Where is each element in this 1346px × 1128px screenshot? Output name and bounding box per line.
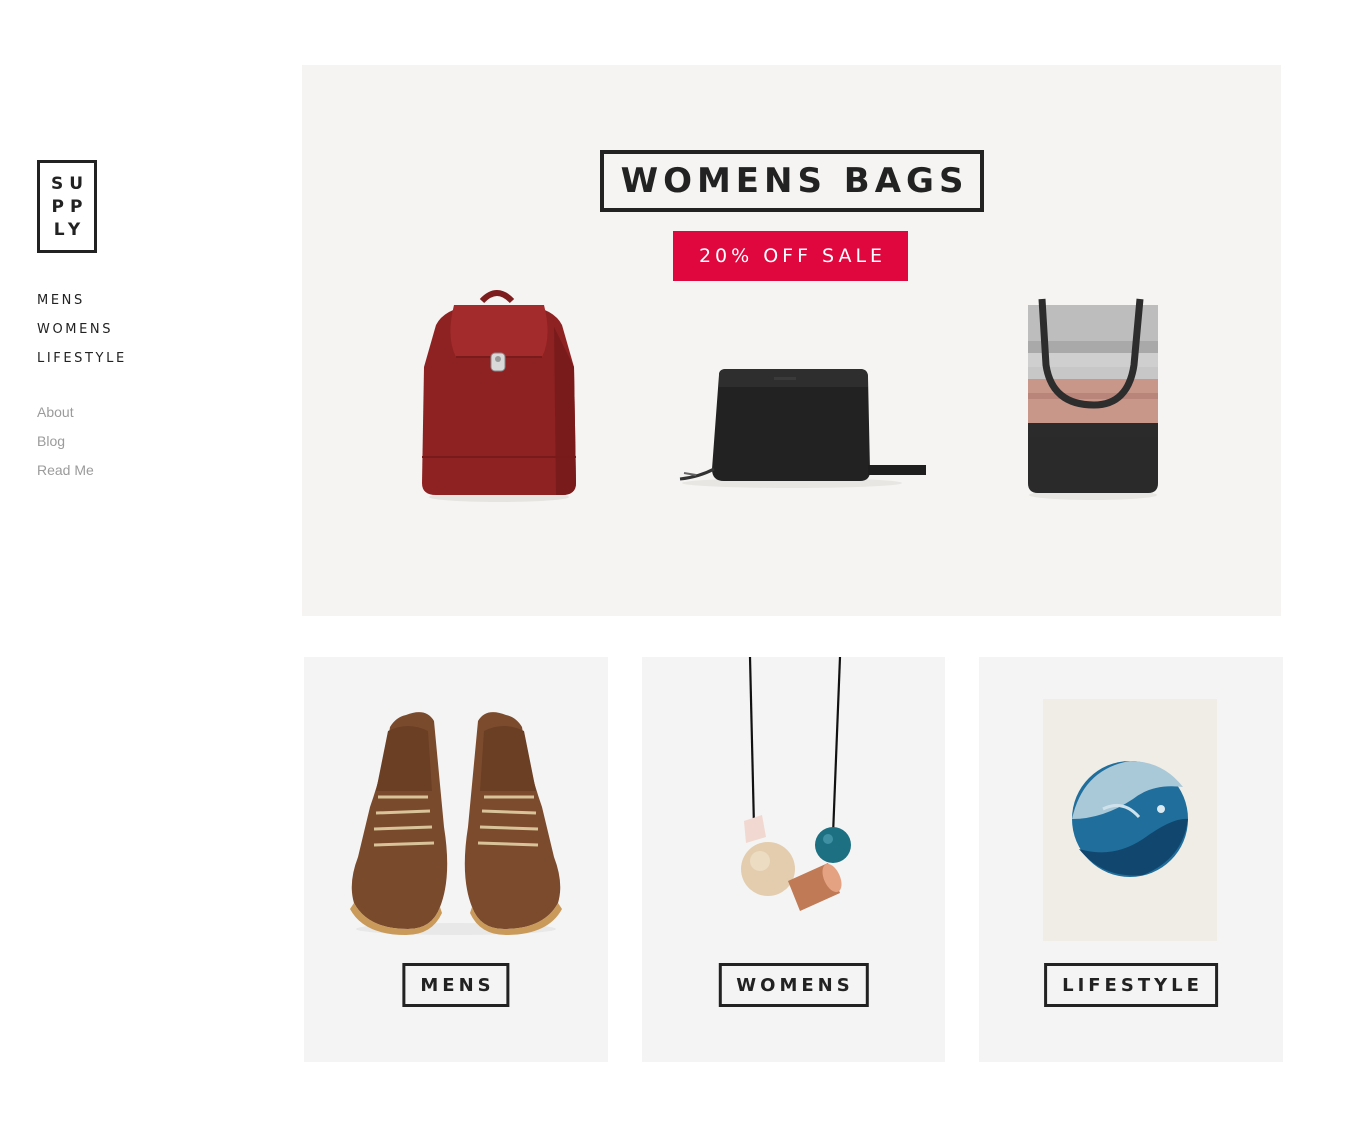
secondary-nav: About Blog Read Me [37,404,94,491]
category-tile-lifestyle[interactable]: LIFESTYLE [979,657,1283,1062]
category-label-lifestyle: LIFESTYLE [1044,963,1218,1007]
primary-nav: MENS WOMENS LIFESTYLE [37,291,127,378]
logo-line-3: LY [53,219,87,240]
black-leather-bag-image [679,369,926,488]
brown-boots-image [350,712,562,935]
category-label-mens: MENS [402,963,510,1007]
nav-link-lifestyle[interactable]: LIFESTYLE [37,351,127,366]
red-backpack-image [422,290,576,502]
ocean-print-image [1043,699,1217,941]
nav-item-about: About [37,404,94,433]
nav-link-mens[interactable]: MENS [37,293,85,308]
nav-item-mens: MENS [37,291,127,320]
nav-item-lifestyle: LIFESTYLE [37,349,127,378]
hero-banner[interactable]: WOMENS BAGS 20% OFF SALE [302,65,1281,616]
nav-link-womens[interactable]: WOMENS [37,322,113,337]
category-tile-womens[interactable]: WOMENS [642,657,945,1062]
category-tile-mens[interactable]: MENS [304,657,608,1062]
nav-item-blog: Blog [37,433,94,462]
striped-tote-bag-image [1028,298,1158,500]
logo-line-2: PP [51,196,89,217]
sale-badge: 20% OFF SALE [673,231,908,281]
hero-title: WOMENS BAGS [600,150,984,212]
supply-logo[interactable]: SU PP LY [37,160,97,253]
nav-link-read-me[interactable]: Read Me [37,462,94,478]
nav-item-read-me: Read Me [37,462,94,491]
nav-item-womens: WOMENS [37,320,127,349]
nav-link-blog[interactable]: Blog [37,433,65,449]
logo-line-1: SU [50,173,90,194]
category-label-womens: WOMENS [718,963,869,1007]
nav-link-about[interactable]: About [37,404,74,420]
beaded-necklace-image [741,657,851,911]
